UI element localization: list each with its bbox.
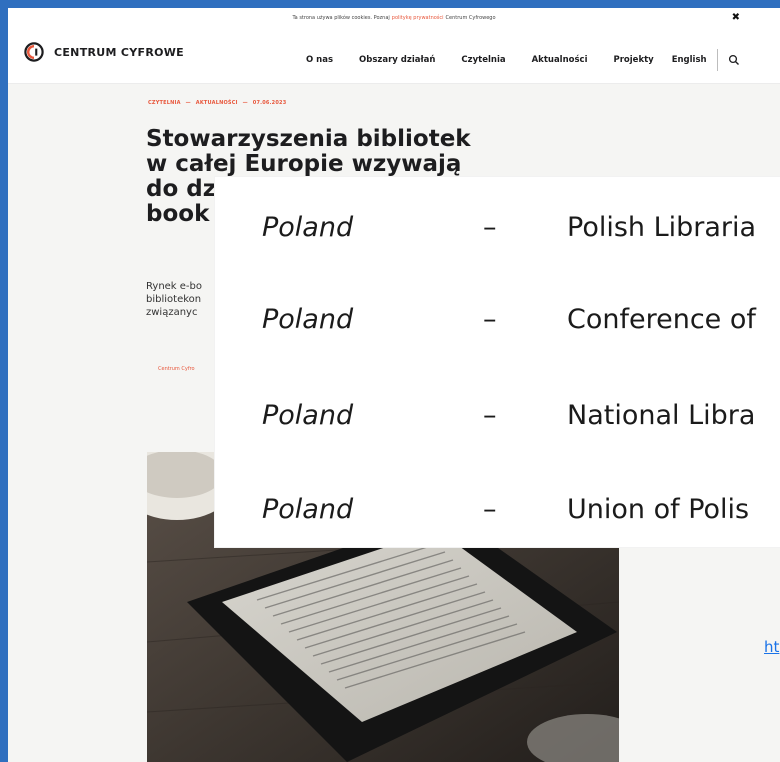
country-name: Poland [262,494,354,525]
cookie-text: Ta strona używa plików cookies. Poznaj [292,15,390,21]
cookie-close-button[interactable]: ✖ [732,12,740,24]
list-item: Poland – Union of Polis [215,494,780,547]
nav-item-aktualnosci[interactable]: Aktualności [532,55,588,65]
country-name: Poland [262,212,354,243]
dash-separator: – [483,400,497,431]
list-item: Poland – Polish Libraria [215,212,780,272]
site-header: CENTRUM CYFROWE O nas Obszary działań Cz… [8,28,780,84]
window-frame [0,0,8,762]
main-nav: O nas Obszary działań Czytelnia Aktualno… [306,49,740,71]
nav-item-projekty[interactable]: Projekty [614,55,654,65]
cookie-text-tail: Centrum Cyfrowego [445,15,496,21]
search-icon[interactable] [728,54,740,66]
breadcrumb-separator: — [185,100,191,106]
nav-item-o-nas[interactable]: O nas [306,55,333,65]
dash-separator: – [483,304,497,335]
title-line-tail: łej Europie wzywają [204,151,462,177]
nav-item-english[interactable]: English [672,55,707,65]
privacy-policy-link[interactable]: politykę prywatności [392,15,444,21]
article-date: 07.06.2023 [252,100,287,106]
site-logo[interactable]: CENTRUM CYFROWE [24,42,184,62]
list-item: Poland – National Libra [215,400,780,460]
zoomed-country-list-overlay: Poland – Polish Libraria Poland – Confer… [215,177,780,547]
organization-name: National Libra [567,400,756,431]
nav-item-czytelnia[interactable]: Czytelnia [461,55,505,65]
organization-name: Union of Polis [567,494,750,525]
cookie-bar: Ta strona używa plików cookies. Poznaj p… [8,8,780,28]
list-item: Poland – Conference of [215,304,780,364]
breadcrumb-aktualnosci[interactable]: AKTUALNOŚCI [196,100,238,106]
organization-name: Conference of [567,304,756,335]
breadcrumb: CZYTELNIA — AKTUALNOŚCI — 07.06.2023 [148,100,286,106]
browser-viewport: Ta strona używa plików cookies. Poznaj p… [0,0,780,762]
dash-separator: – [483,494,497,525]
breadcrumb-czytelnia[interactable]: CZYTELNIA [148,100,181,106]
organization-name: Polish Libraria [567,212,757,243]
title-line: Stowarzyszenia bibliotek [146,126,471,152]
dash-separator: – [483,212,497,243]
article-author[interactable]: Centrum Cyfro [158,366,195,372]
centrum-cyfrowe-logo-icon [24,42,44,62]
title-line: w całej Europie wzywają [146,151,462,177]
country-name: Poland [262,400,354,431]
nav-item-obszary-dzialan[interactable]: Obszary działań [359,55,435,65]
nav-divider [716,49,718,71]
country-name: Poland [262,304,354,335]
logo-text: CENTRUM CYFROWE [54,45,184,59]
breadcrumb-separator: — [242,100,248,106]
external-link[interactable]: ht [764,638,779,656]
